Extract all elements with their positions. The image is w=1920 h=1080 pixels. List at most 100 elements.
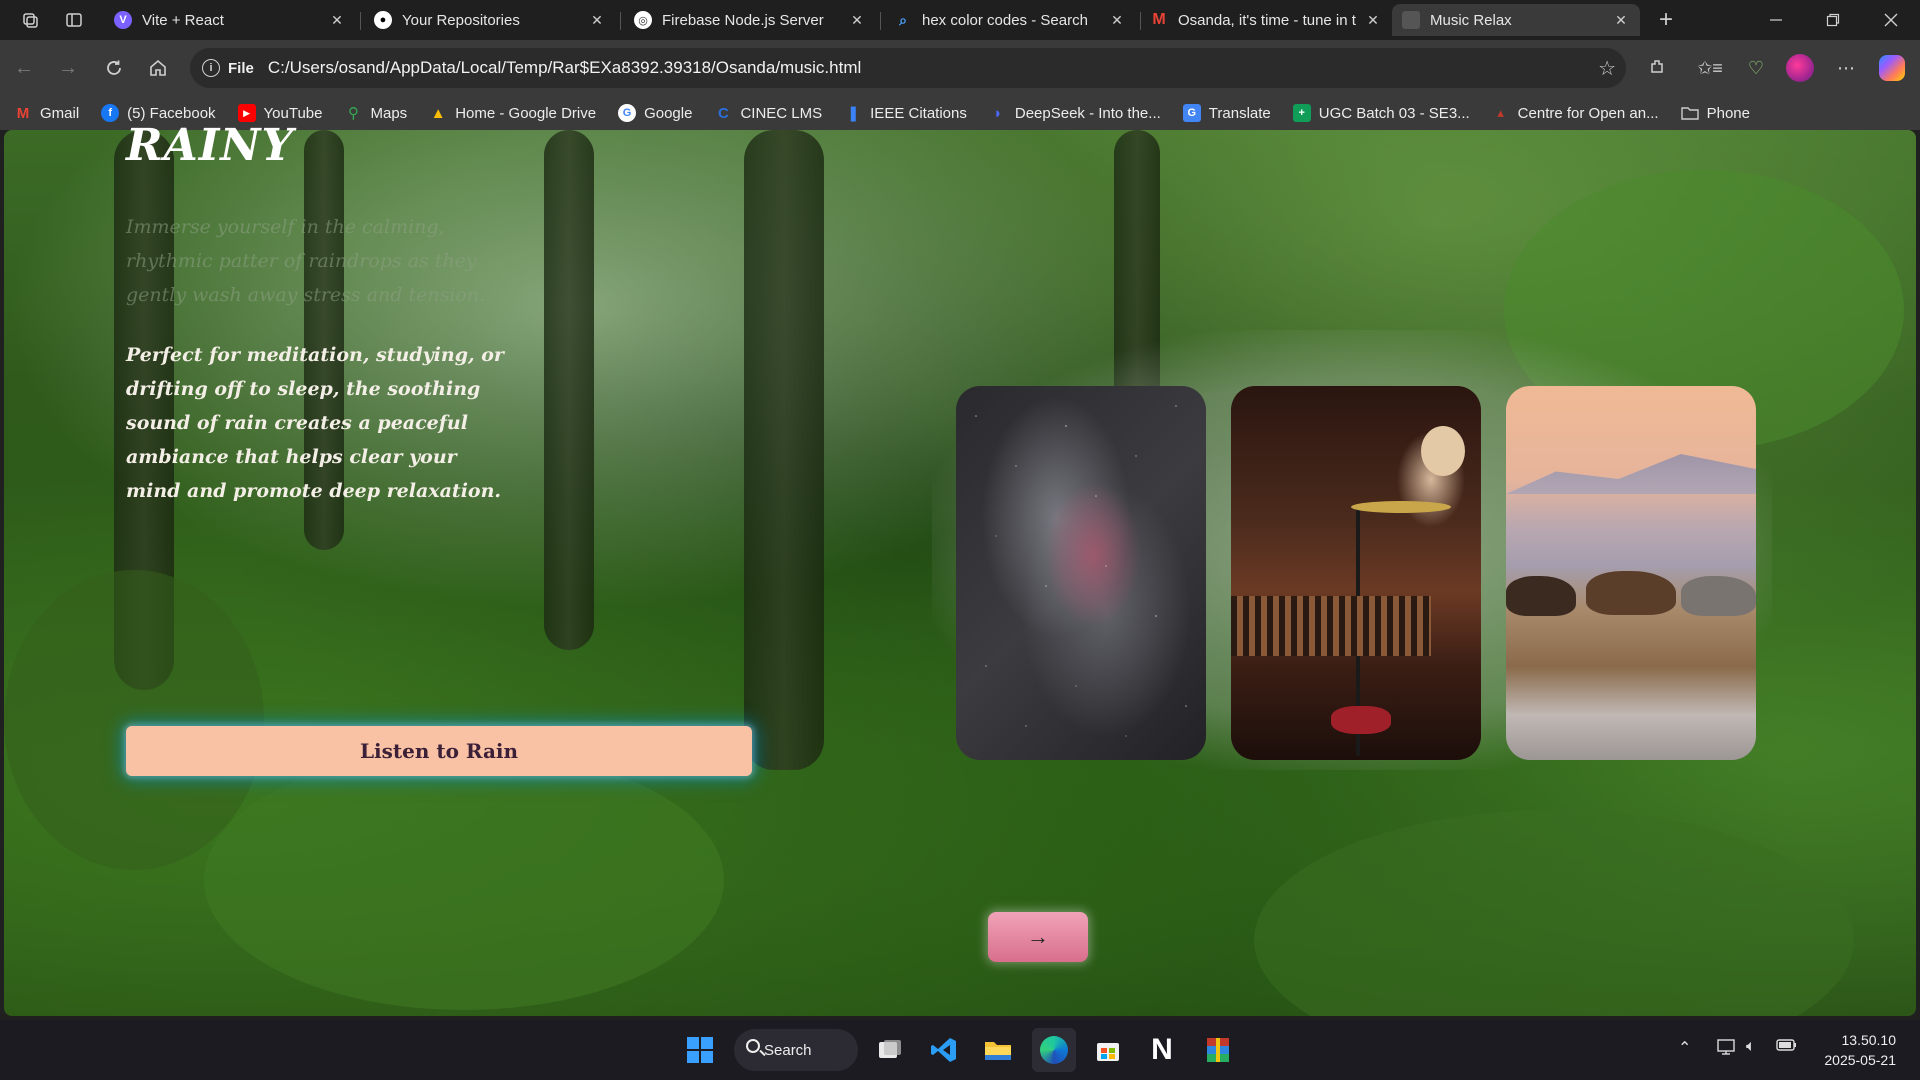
gmail-icon: M bbox=[1152, 11, 1166, 28]
search-icon bbox=[746, 1039, 760, 1053]
refresh-button[interactable] bbox=[96, 50, 132, 86]
bookmark-icon: ❚ bbox=[846, 105, 860, 122]
new-tab-button[interactable]: + bbox=[1648, 4, 1684, 36]
site-info-icon[interactable]: i bbox=[202, 59, 220, 77]
musician-head-decoration bbox=[1421, 426, 1465, 476]
bookmark-folder-phone[interactable]: Phone bbox=[1680, 104, 1750, 122]
close-icon[interactable]: ✕ bbox=[588, 12, 606, 29]
tree-trunk-decoration bbox=[744, 130, 824, 770]
favorite-star-icon[interactable]: ☆ bbox=[1598, 56, 1616, 81]
site-icon: ▴ bbox=[1497, 105, 1504, 120]
cymbal-decoration bbox=[1351, 501, 1451, 513]
card-percussion-image[interactable] bbox=[1231, 386, 1481, 760]
home-button[interactable] bbox=[140, 50, 176, 86]
bookmark-deepseek[interactable]: ◗ DeepSeek - Into the... bbox=[989, 104, 1160, 122]
bookmark-ugc-batch[interactable]: + UGC Batch 03 - SE3... bbox=[1292, 104, 1470, 122]
copilot-icon[interactable] bbox=[1876, 52, 1908, 84]
edge-icon[interactable] bbox=[1032, 1028, 1076, 1072]
bookmark-translate[interactable]: G Translate bbox=[1182, 104, 1271, 122]
url-text[interactable]: C:/Users/osand/AppData/Local/Temp/Rar$EX… bbox=[268, 58, 861, 78]
tab-your-repositories[interactable]: ● Your Repositories ✕ bbox=[364, 4, 616, 36]
card-horses-image[interactable] bbox=[1506, 386, 1756, 760]
description-text: Perfect for meditation, studying, or dri… bbox=[126, 344, 504, 502]
close-icon[interactable]: ✕ bbox=[328, 12, 346, 29]
next-arrow-button[interactable]: → bbox=[988, 912, 1088, 962]
listen-to-rain-button[interactable]: Listen to Rain bbox=[126, 726, 752, 776]
clock-date: 2025-05-21 bbox=[1824, 1052, 1896, 1068]
restore-button[interactable] bbox=[1815, 4, 1851, 36]
page-icon bbox=[1402, 11, 1420, 29]
forward-button[interactable]: → bbox=[50, 50, 86, 86]
close-window-button[interactable] bbox=[1873, 4, 1909, 36]
bookmark-google[interactable]: G Google bbox=[618, 104, 692, 122]
foliage-decoration bbox=[204, 750, 724, 1010]
folder-icon bbox=[1680, 104, 1699, 122]
battery-icon[interactable] bbox=[1776, 1038, 1798, 1057]
tab-strip: V Vite + React ✕ ● Your Repositories ✕ ◎… bbox=[0, 0, 1920, 40]
bookmark-cinec-lms[interactable]: C CINEC LMS bbox=[714, 104, 822, 122]
gmail-icon: M bbox=[16, 104, 30, 122]
github-icon: ● bbox=[374, 11, 392, 29]
foliage-decoration bbox=[4, 570, 264, 870]
browser-essentials-icon[interactable]: ♡ bbox=[1740, 52, 1772, 84]
task-view-icon[interactable] bbox=[868, 1028, 912, 1072]
foliage-decoration bbox=[1254, 810, 1854, 1016]
file-explorer-icon[interactable] bbox=[976, 1028, 1020, 1072]
tab-music-relax[interactable]: Music Relax ✕ bbox=[1392, 4, 1640, 36]
bookmark-gmail[interactable]: M Gmail bbox=[14, 104, 79, 122]
mountain-decoration bbox=[1506, 454, 1756, 494]
star-field-decoration bbox=[975, 405, 1187, 737]
url-scheme-label: File bbox=[228, 59, 254, 77]
favorites-icon[interactable]: ✩≡ bbox=[1694, 52, 1726, 84]
notion-icon[interactable]: N bbox=[1140, 1028, 1184, 1072]
close-icon[interactable]: ✕ bbox=[1612, 12, 1630, 29]
windows-taskbar: Search N ⌃ 🔈︎ 13.50.10 2025-05-21 bbox=[0, 1020, 1920, 1080]
tab-vite-react[interactable]: V Vite + React ✕ bbox=[104, 4, 356, 36]
bookmark-maps[interactable]: ⚲ Maps bbox=[345, 104, 407, 123]
google-icon: G bbox=[618, 104, 637, 122]
minimize-button[interactable] bbox=[1758, 4, 1794, 36]
close-icon[interactable]: ✕ bbox=[1364, 12, 1382, 29]
bookmark-centre-open[interactable]: ▴ Centre for Open an... bbox=[1492, 104, 1658, 122]
tree-trunk-decoration bbox=[544, 130, 594, 650]
drive-icon: ▲ bbox=[430, 104, 446, 122]
close-icon[interactable]: ✕ bbox=[1108, 12, 1126, 29]
facebook-icon: f bbox=[101, 104, 120, 122]
taskbar-search-box[interactable]: Search bbox=[734, 1029, 858, 1071]
search-icon: ⌕ bbox=[899, 11, 907, 28]
profile-avatar[interactable] bbox=[1784, 52, 1816, 84]
bookmark-google-drive[interactable]: ▲ Home - Google Drive bbox=[429, 104, 596, 122]
clock-time: 13.50.10 bbox=[1841, 1032, 1897, 1048]
vite-icon: V bbox=[114, 11, 132, 29]
translate-icon: G bbox=[1182, 104, 1201, 122]
show-hidden-icons-icon[interactable]: ⌃ bbox=[1678, 1038, 1691, 1058]
volume-icon[interactable]: 🔈︎ bbox=[1746, 1038, 1756, 1056]
cinec-icon: C bbox=[718, 104, 729, 122]
network-icon[interactable] bbox=[1716, 1038, 1736, 1061]
store-icon[interactable] bbox=[1086, 1028, 1130, 1072]
workspaces-icon[interactable] bbox=[12, 4, 48, 36]
tab-gmail[interactable]: M Osanda, it's time - tune in t ✕ bbox=[1140, 4, 1392, 36]
tab-firebase-server[interactable]: ◎ Firebase Node.js Server ✕ bbox=[624, 4, 876, 36]
address-bar[interactable]: i File C:/Users/osand/AppData/Local/Temp… bbox=[190, 48, 1626, 88]
winrar-icon[interactable] bbox=[1196, 1028, 1240, 1072]
sheets-icon: + bbox=[1292, 104, 1311, 122]
vertical-tabs-icon[interactable] bbox=[56, 4, 92, 36]
more-options-icon[interactable]: ⋯ bbox=[1830, 52, 1862, 84]
deepseek-icon: ◗ bbox=[993, 104, 1003, 122]
red-cushion-decoration bbox=[1331, 706, 1391, 734]
windows-start-icon[interactable] bbox=[678, 1028, 722, 1072]
close-icon[interactable]: ✕ bbox=[848, 12, 866, 29]
browser-toolbar: ← → i File C:/Users/osand/AppData/Local/… bbox=[0, 40, 1920, 96]
card-galaxy-image[interactable] bbox=[956, 386, 1206, 760]
marimba-keys-decoration bbox=[1231, 596, 1431, 656]
maps-icon: ⚲ bbox=[348, 105, 359, 122]
page-title: RAINY bbox=[126, 120, 294, 171]
bookmark-ieee-citations[interactable]: ❚ IEEE Citations bbox=[844, 104, 967, 123]
system-clock[interactable]: 13.50.10 2025-05-21 bbox=[1824, 1030, 1896, 1070]
back-button[interactable]: ← bbox=[6, 50, 42, 86]
vscode-icon[interactable] bbox=[922, 1028, 966, 1072]
tab-hex-color-search[interactable]: ⌕ hex color codes - Search ✕ bbox=[884, 4, 1136, 36]
firebase-icon: ◎ bbox=[634, 11, 652, 29]
extensions-icon[interactable] bbox=[1642, 52, 1674, 84]
